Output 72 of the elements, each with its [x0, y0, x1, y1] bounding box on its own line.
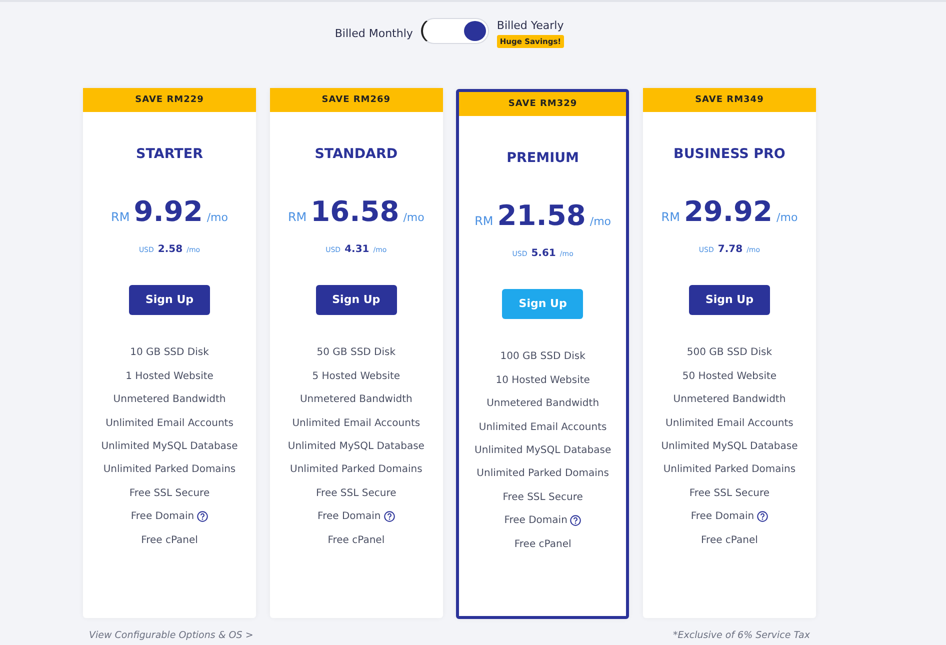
feature-text: 50 Hosted Website: [682, 370, 777, 384]
feature-text: 10 GB SSD Disk: [130, 346, 209, 360]
feature-text: Unlimited MySQL Database: [101, 440, 238, 454]
feature-text: Unlimited Parked Domains: [663, 463, 796, 478]
savings-banner: SAVE RM269: [270, 88, 443, 112]
plan-name: STARTER: [135, 145, 204, 164]
billing-toggle[interactable]: [420, 18, 489, 44]
feature-text: Unlimited Parked Domains: [476, 467, 609, 482]
usd-price: 5.61: [531, 247, 556, 262]
usd-price: 7.78: [718, 243, 743, 258]
currency-label: RM: [661, 209, 680, 226]
feature-text: Unmetered Bandwidth: [486, 397, 600, 412]
price-period: /mo: [776, 210, 798, 226]
savings-banner: SAVE RM349: [642, 88, 816, 112]
feature-text: Unlimited Parked Domains: [103, 463, 236, 478]
feature-text: 1 Hosted Website: [126, 370, 214, 384]
feature-text: 100 GB SSD Disk: [500, 350, 586, 364]
feature-text: Free SSL Secure: [129, 486, 210, 501]
sign-up-button[interactable]: Sign Up: [688, 285, 770, 316]
feature-text: Free SSL Secure: [502, 490, 583, 505]
configurable-options-link[interactable]: View Configurable Options & OS >: [89, 629, 254, 644]
price-period: /mo: [590, 214, 612, 230]
help-icon[interactable]: [757, 511, 768, 522]
feature-text: Unlimited MySQL Database: [288, 440, 424, 454]
feature-text: Unmetered Bandwidth: [113, 393, 226, 408]
feature-text: Free cPanel: [328, 534, 385, 548]
help-icon[interactable]: [570, 515, 582, 526]
plan-price: 16.58: [310, 198, 400, 226]
feature-text: 500 GB SSD Disk: [686, 346, 772, 360]
price-period: /mo: [206, 210, 228, 226]
feature-text: 10 Hosted Website: [496, 374, 590, 388]
feature-text: Free Domain: [130, 510, 194, 524]
feature-text: Free SSL Secure: [316, 486, 396, 501]
savings-banner: SAVE RM329: [459, 92, 626, 116]
feature-text: Unmetered Bandwidth: [673, 393, 786, 408]
plan-name: STANDARD: [314, 145, 399, 164]
feature-text: Free cPanel: [701, 534, 758, 548]
currency-label: RM: [288, 209, 307, 226]
feature-text: Unlimited Email Accounts: [666, 416, 794, 431]
feature-text: Free Domain: [690, 510, 754, 524]
plan-price: 9.92: [134, 198, 203, 226]
usd-price: 4.31: [344, 243, 370, 258]
feature-text: Unlimited Email Accounts: [292, 416, 420, 431]
plan-price: 21.58: [497, 202, 586, 230]
help-icon[interactable]: [384, 511, 395, 522]
help-icon[interactable]: [197, 511, 208, 522]
plan-name: BUSINESS PRO: [672, 145, 786, 164]
feature-text: Free cPanel: [141, 534, 198, 548]
usd-price: 2.58: [158, 243, 183, 258]
sign-up-button[interactable]: Sign Up: [129, 285, 210, 316]
price-period: /mo: [403, 210, 424, 226]
currency-label: RM: [474, 213, 494, 230]
service-tax-note: *Exclusive of 6% Service Tax: [673, 629, 810, 643]
billed-yearly-label: Billed Yearly: [496, 18, 564, 34]
feature-text: Free SSL Secure: [689, 486, 770, 501]
feature-text: Unmetered Bandwidth: [300, 393, 412, 408]
feature-text: 5 Hosted Website: [312, 370, 400, 384]
currency-label: RM: [111, 209, 130, 226]
feature-text: Free cPanel: [514, 538, 572, 552]
sign-up-button[interactable]: Sign Up: [316, 285, 397, 316]
feature-text: Unlimited MySQL Database: [661, 440, 798, 454]
billed-monthly-label: Billed Monthly: [334, 26, 413, 42]
feature-text: Unlimited MySQL Database: [474, 444, 612, 458]
plan-price: 29.92: [684, 198, 773, 226]
feature-text: Unlimited Email Accounts: [106, 416, 234, 431]
savings-banner: SAVE RM229: [83, 88, 256, 112]
plan-name: PREMIUM: [506, 149, 580, 168]
feature-text: Free Domain: [504, 514, 568, 528]
feature-text: Unlimited Email Accounts: [478, 420, 607, 435]
feature-text: Free Domain: [318, 510, 381, 524]
feature-text: 50 GB SSD Disk: [316, 346, 396, 360]
feature-text: Unlimited Parked Domains: [290, 463, 422, 478]
